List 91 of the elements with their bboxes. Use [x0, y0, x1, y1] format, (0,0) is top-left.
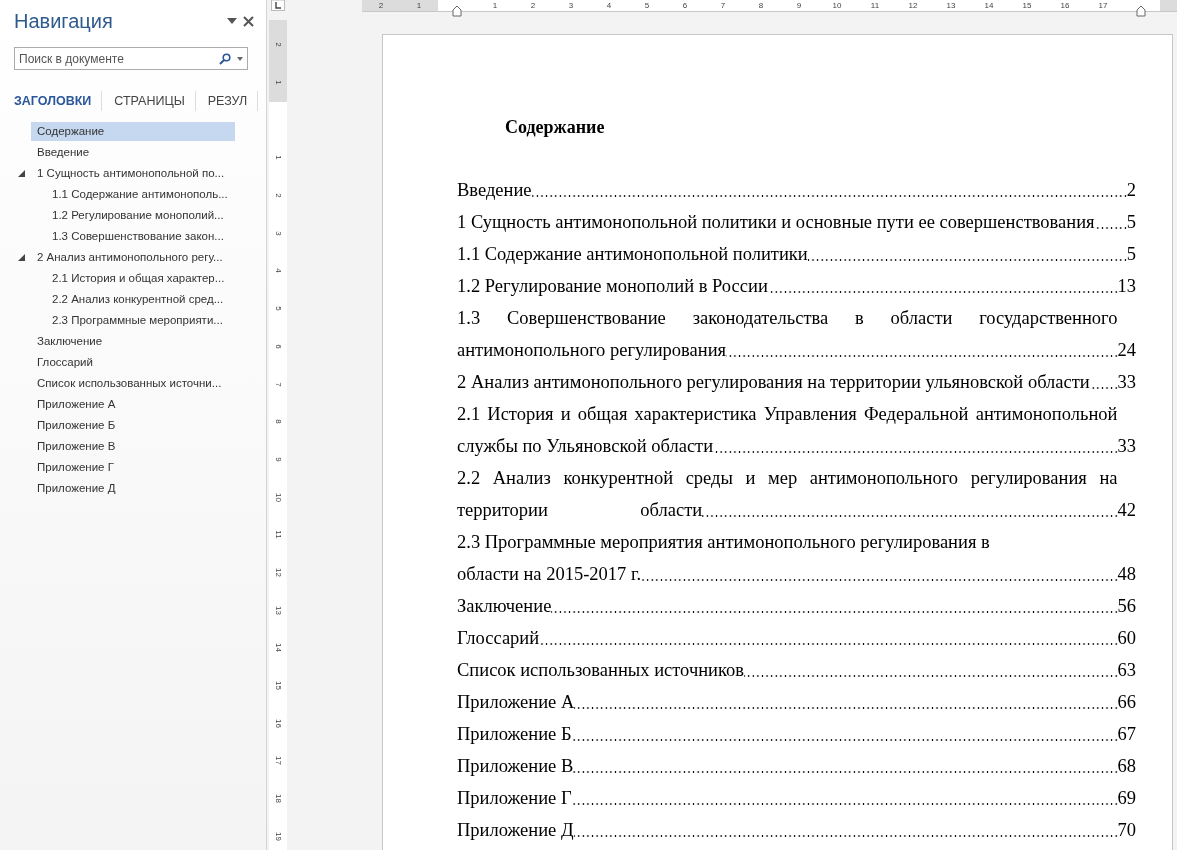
- page-number: 63: [1117, 659, 1136, 682]
- page-number: 24: [1117, 339, 1136, 362]
- ruler-number: 1: [416, 1, 422, 10]
- indent-marker-icon[interactable]: [452, 5, 462, 17]
- page-number: 48: [1117, 563, 1136, 586]
- expand-triangle-icon[interactable]: [18, 254, 25, 261]
- ruler-number: 9: [796, 1, 802, 10]
- search-input[interactable]: Поиск в документе: [19, 51, 219, 66]
- ruler-number: 4: [273, 268, 283, 274]
- ruler-number: 17: [273, 756, 283, 766]
- ruler-number: 13: [946, 1, 956, 10]
- page-number: 70: [1117, 819, 1136, 842]
- pane-tab[interactable]: СТРАНИЦЫ: [114, 91, 196, 111]
- ruler-number: 2: [378, 1, 384, 10]
- pane-title: Навигация: [14, 9, 114, 33]
- ruler-number: 1: [492, 1, 498, 10]
- ruler-number: 2: [530, 1, 536, 10]
- ruler-number: 9: [273, 457, 283, 462]
- ruler-number: 10: [832, 1, 842, 10]
- heading-item[interactable]: 2 Анализ антимонопольного регу...: [31, 248, 235, 267]
- ruler-number: 1: [273, 155, 283, 161]
- heading-item[interactable]: Приложение Б: [31, 416, 235, 435]
- heading-item[interactable]: 2.2 Анализ конкурентной сред...: [46, 290, 235, 309]
- heading-item[interactable]: Содержание: [31, 122, 235, 141]
- ruler-number: 3: [568, 1, 574, 10]
- ruler-number: 12: [908, 1, 918, 10]
- ruler-number: 14: [984, 1, 994, 10]
- ruler-number: 8: [758, 1, 764, 10]
- ruler-number: 11: [870, 1, 880, 10]
- page-number: 33: [1117, 435, 1136, 458]
- page-number: 68: [1117, 755, 1136, 778]
- page-number: 42: [1117, 499, 1136, 522]
- ruler-number: 11: [273, 530, 283, 539]
- dropdown-icon[interactable]: [227, 18, 237, 24]
- dropdown-icon[interactable]: [237, 56, 243, 61]
- heading-item[interactable]: Приложение А: [31, 395, 235, 414]
- expand-triangle-icon[interactable]: [18, 170, 25, 177]
- tab-selector-icon[interactable]: [271, 0, 285, 11]
- heading-item[interactable]: Заключение: [31, 332, 235, 351]
- page-number: 5: [1126, 211, 1136, 234]
- search-box[interactable]: Поиск в документе: [14, 47, 248, 70]
- ruler-number: 5: [644, 1, 650, 10]
- ruler-number: 13: [273, 605, 283, 615]
- ruler-number: 3: [273, 231, 283, 236]
- heading-item[interactable]: 2.3 Программные мероприяти...: [46, 311, 235, 330]
- heading-item[interactable]: 1.3 Совершенствование закон...: [46, 227, 235, 246]
- ruler-number: 5: [273, 306, 283, 311]
- page-number: 67: [1117, 723, 1136, 746]
- ruler-number: 18: [273, 794, 283, 804]
- heading-item[interactable]: Глоссарий: [31, 353, 235, 372]
- ruler-number: 15: [1022, 1, 1032, 10]
- search-icon[interactable]: [219, 52, 231, 65]
- toc-heading: Содержание: [505, 117, 606, 138]
- indent-marker-icon[interactable]: [1136, 5, 1146, 17]
- page-number: 2: [1126, 179, 1136, 202]
- ruler-number: 14: [273, 643, 283, 653]
- ruler-number: 16: [273, 718, 283, 728]
- page-number: 13: [1117, 275, 1136, 298]
- ruler-number: 7: [273, 381, 283, 387]
- heading-item[interactable]: 1.1 Содержание антимонополь...: [46, 185, 235, 204]
- ruler-number: 17: [1098, 1, 1108, 10]
- close-icon[interactable]: [243, 15, 254, 27]
- page-number: 66: [1117, 691, 1136, 714]
- heading-item[interactable]: Приложение Г: [31, 458, 235, 477]
- page-number: 60: [1117, 627, 1136, 650]
- heading-item[interactable]: Введение: [31, 143, 235, 162]
- page-number: 5: [1126, 243, 1136, 266]
- ruler-number: 19: [273, 831, 283, 841]
- page-number: 69: [1117, 787, 1136, 810]
- ruler-number: 16: [1060, 1, 1070, 10]
- ruler-number: 6: [682, 1, 688, 10]
- ruler-number: 8: [273, 419, 283, 424]
- ruler-number: 12: [273, 568, 283, 577]
- heading-item[interactable]: Приложение В: [31, 437, 235, 456]
- heading-item[interactable]: 2.1 История и общая характер...: [46, 269, 235, 288]
- ruler-number: 2: [273, 193, 283, 198]
- ruler-number: 15: [273, 681, 283, 690]
- ruler-number: 1: [273, 80, 283, 85]
- heading-item[interactable]: Приложение Д: [31, 479, 235, 498]
- heading-item[interactable]: 1.2 Регулирование монополий...: [46, 206, 235, 225]
- ruler-number: 4: [606, 1, 612, 10]
- heading-item[interactable]: 1 Сущность антимонопольной по...: [31, 164, 235, 183]
- page-number: 56: [1117, 595, 1136, 618]
- pane-tab[interactable]: ЗАГОЛОВКИ: [14, 91, 103, 111]
- pane-tab[interactable]: РЕЗУЛ: [207, 91, 259, 111]
- ruler-number: 6: [273, 344, 283, 349]
- page-number: 33: [1117, 371, 1136, 394]
- ruler-number: 10: [273, 492, 283, 502]
- ruler-number: 7: [720, 1, 726, 10]
- heading-item[interactable]: Список использованных источни...: [31, 374, 235, 393]
- ruler-number: 2: [273, 42, 283, 48]
